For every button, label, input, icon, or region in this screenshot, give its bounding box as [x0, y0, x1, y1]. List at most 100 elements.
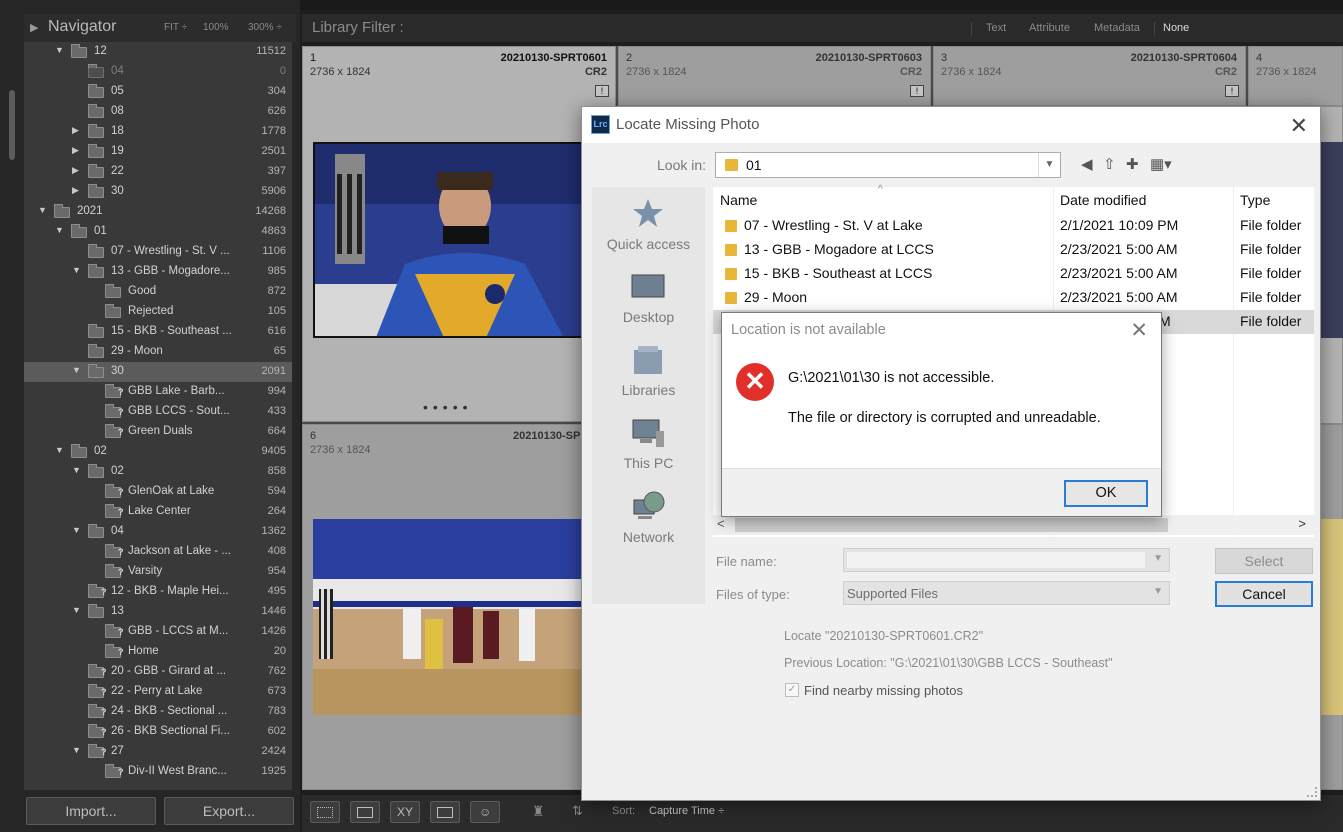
- sort-direction-icon[interactable]: ⇅: [572, 803, 583, 819]
- folder-row[interactable]: ? GlenOak at Lake 594: [24, 482, 292, 502]
- folder-row[interactable]: 08 626: [24, 102, 292, 122]
- photo-thumbnail[interactable]: [1318, 519, 1343, 715]
- photo-thumbnail[interactable]: [313, 142, 583, 338]
- folder-row[interactable]: ▼ 02 858: [24, 462, 292, 482]
- look-in-dropdown[interactable]: 01 ▼: [715, 152, 1061, 178]
- panel-scrollbar[interactable]: [9, 90, 15, 160]
- place-desktop[interactable]: Desktop: [592, 271, 705, 341]
- folder-row[interactable]: ? Varsity 954: [24, 562, 292, 582]
- chevron-down-icon[interactable]: ▼: [1038, 153, 1060, 177]
- folder-row[interactable]: ▼? 27 2424: [24, 742, 292, 762]
- expand-triangle-icon[interactable]: ▼: [72, 525, 81, 535]
- grid-cell[interactable]: 4 2736 x 1824: [1248, 46, 1343, 106]
- expand-triangle-icon[interactable]: ▼: [55, 45, 64, 55]
- zoom-fit-option[interactable]: FIT ÷: [164, 22, 187, 33]
- folder-row[interactable]: ▶ 19 2501: [24, 142, 292, 162]
- find-nearby-checkbox[interactable]: ✓: [785, 683, 799, 697]
- folder-row[interactable]: 15 - BKB - Southeast ... 616: [24, 322, 292, 342]
- ok-button[interactable]: OK: [1064, 480, 1148, 507]
- folder-row[interactable]: ? 26 - BKB Sectional Fi... 602: [24, 722, 292, 742]
- file-row[interactable]: 07 - Wrestling - St. V at Lake 2/1/2021 …: [713, 214, 1314, 238]
- resize-grip-icon[interactable]: [1307, 787, 1317, 797]
- column-header-type[interactable]: Type: [1240, 192, 1270, 208]
- folder-row[interactable]: Good 872: [24, 282, 292, 302]
- close-icon[interactable]: ✕: [1290, 113, 1308, 139]
- horizontal-scrollbar[interactable]: < >: [713, 515, 1314, 535]
- folder-row[interactable]: 07 - Wrestling - St. V ... 1106: [24, 242, 292, 262]
- folder-row[interactable]: ▼ 01 4863: [24, 222, 292, 242]
- folder-row[interactable]: ? 24 - BKB - Sectional ... 783: [24, 702, 292, 722]
- file-name-input[interactable]: ▼: [843, 548, 1170, 572]
- missing-photo-icon[interactable]: !: [910, 85, 924, 97]
- zoom-100-option[interactable]: 100%: [203, 22, 229, 33]
- scroll-right-icon[interactable]: >: [1298, 516, 1306, 531]
- expand-triangle-icon[interactable]: ▼: [55, 445, 64, 455]
- folder-row[interactable]: ? 12 - BKB - Maple Hei... 495: [24, 582, 292, 602]
- folder-row[interactable]: ▼ 2021 14268: [24, 202, 292, 222]
- folder-row[interactable]: 05 304: [24, 82, 292, 102]
- folder-row[interactable]: ▼ 13 - GBB - Mogadore... 985: [24, 262, 292, 282]
- back-icon[interactable]: ◀: [1081, 155, 1093, 173]
- survey-view-button[interactable]: [430, 801, 460, 823]
- close-icon[interactable]: ✕: [1130, 318, 1148, 343]
- expand-triangle-icon[interactable]: ▼: [72, 265, 81, 275]
- select-button[interactable]: Select: [1215, 548, 1313, 574]
- folder-row[interactable]: ▼ 30 2091: [24, 362, 292, 382]
- expand-triangle-icon[interactable]: ▼: [72, 465, 81, 475]
- folder-row[interactable]: ▼ 13 1446: [24, 602, 292, 622]
- file-type-dropdown[interactable]: Supported Files ▼: [843, 581, 1170, 605]
- grid-cell[interactable]: 2 20210130-SPRT0603 2736 x 1824 CR2 !: [618, 46, 931, 106]
- folder-row[interactable]: ▼ 12 11512: [24, 42, 292, 62]
- folder-row[interactable]: ▶ 18 1778: [24, 122, 292, 142]
- filter-attribute-option[interactable]: Attribute: [1029, 22, 1070, 34]
- expand-triangle-icon[interactable]: ▼: [72, 605, 81, 615]
- folder-row[interactable]: ? 20 - GBB - Girard at ... 762: [24, 662, 292, 682]
- folder-row[interactable]: ? Green Duals 664: [24, 422, 292, 442]
- folder-row[interactable]: ? GBB LCCS - Sout... 433: [24, 402, 292, 422]
- expand-triangle-icon[interactable]: ▼: [72, 365, 81, 375]
- filter-text-option[interactable]: Text: [986, 22, 1006, 34]
- missing-photo-icon[interactable]: !: [1225, 85, 1239, 97]
- folder-row[interactable]: 04 0: [24, 62, 292, 82]
- chevron-down-icon[interactable]: ▼: [1153, 586, 1163, 597]
- collapse-triangle-icon[interactable]: ▶: [30, 21, 38, 34]
- people-view-button[interactable]: ☺: [470, 801, 500, 823]
- folder-row[interactable]: ▶ 30 5906: [24, 182, 292, 202]
- expand-triangle-icon[interactable]: ▼: [38, 205, 47, 215]
- up-folder-icon[interactable]: ⇧: [1103, 155, 1116, 173]
- folder-row[interactable]: 29 - Moon 65: [24, 342, 292, 362]
- collapse-triangle-icon[interactable]: ▶: [72, 165, 79, 176]
- scroll-left-icon[interactable]: <: [717, 516, 725, 531]
- folder-row[interactable]: ▶ 22 397: [24, 162, 292, 182]
- import-button[interactable]: Import...: [26, 797, 156, 825]
- new-folder-icon[interactable]: ✚: [1126, 155, 1139, 173]
- sort-dropdown[interactable]: Capture Time ÷: [649, 805, 724, 817]
- folder-row[interactable]: ? Home 20: [24, 642, 292, 662]
- collapse-triangle-icon[interactable]: ▶: [72, 145, 79, 156]
- grid-view-button[interactable]: [310, 801, 340, 823]
- spray-can-icon[interactable]: ♜: [532, 803, 545, 820]
- folder-row[interactable]: ▼ 04 1362: [24, 522, 292, 542]
- folder-row[interactable]: ▼ 02 9405: [24, 442, 292, 462]
- folder-row[interactable]: ? GBB Lake - Barb... 994: [24, 382, 292, 402]
- folder-row[interactable]: ? Lake Center 264: [24, 502, 292, 522]
- photo-thumbnail[interactable]: [313, 519, 583, 715]
- folder-row[interactable]: ? Div-II West Branc... 1925: [24, 762, 292, 782]
- folder-row[interactable]: Rejected 105: [24, 302, 292, 322]
- file-row[interactable]: 29 - Moon 2/23/2021 5:00 AM File folder: [713, 286, 1314, 310]
- loupe-view-button[interactable]: [350, 801, 380, 823]
- scroll-thumb[interactable]: [735, 518, 1168, 532]
- folder-row[interactable]: ? GBB - LCCS at M... 1426: [24, 622, 292, 642]
- zoom-300-option[interactable]: 300% ÷: [248, 22, 282, 33]
- compare-view-button[interactable]: XY: [390, 801, 420, 823]
- place-network[interactable]: Network: [592, 490, 705, 560]
- folder-row[interactable]: ? 22 - Perry at Lake 673: [24, 682, 292, 702]
- column-header-date[interactable]: Date modified: [1060, 192, 1146, 208]
- place-libraries[interactable]: Libraries: [592, 344, 705, 414]
- missing-photo-icon[interactable]: !: [595, 85, 609, 97]
- filter-metadata-option[interactable]: Metadata: [1094, 22, 1140, 34]
- folder-row[interactable]: ? Jackson at Lake - ... 408: [24, 542, 292, 562]
- collapse-triangle-icon[interactable]: ▶: [72, 185, 79, 196]
- grid-cell[interactable]: 3 20210130-SPRT0604 2736 x 1824 CR2 !: [933, 46, 1246, 106]
- cancel-button[interactable]: Cancel: [1215, 581, 1313, 607]
